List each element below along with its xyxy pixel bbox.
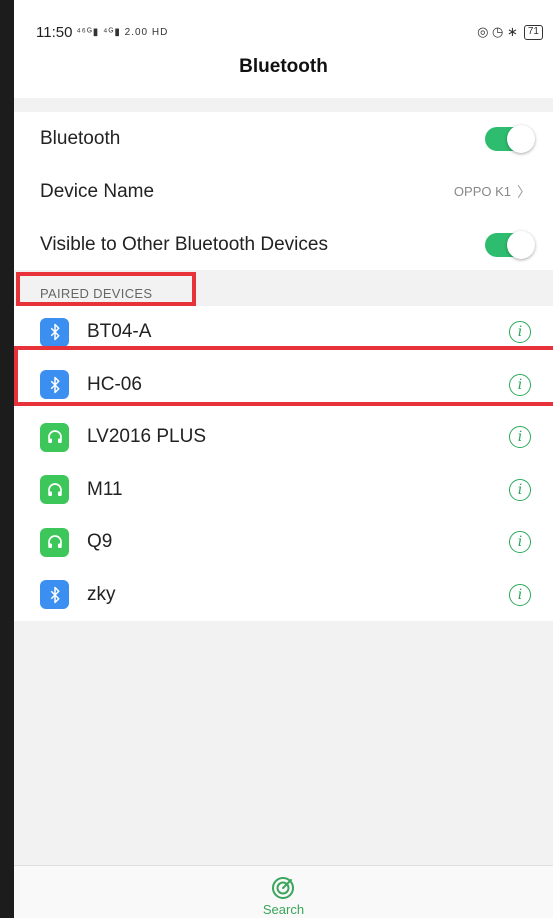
status-bar: 11:50 ⁴⁶ᴳ▮ ⁴ᴳ▮ 2.00 HD ◎ ◷ ∗ 71 — [14, 18, 553, 46]
headset-icon — [40, 422, 69, 452]
device-row-zky[interactable]: zky i — [14, 569, 553, 622]
status-right: ◎ ◷ ∗ 71 — [477, 24, 543, 40]
bluetooth-toggle[interactable] — [485, 124, 535, 153]
highlight-box-paired-label — [16, 272, 196, 306]
search-tab-label[interactable]: Search — [14, 902, 553, 917]
device-name: LV2016 PLUS — [87, 426, 207, 448]
bluetooth-icon — [40, 317, 69, 347]
highlight-box-hc06-row — [14, 346, 553, 406]
device-row-m11[interactable]: M11 i — [14, 464, 553, 517]
status-time: 11:50 — [36, 23, 73, 41]
chevron-right-icon: 〉 — [517, 183, 531, 200]
status-left: 11:50 ⁴⁶ᴳ▮ ⁴ᴳ▮ 2.00 HD — [36, 24, 168, 41]
device-name: M11 — [87, 478, 123, 500]
top-area: 11:50 ⁴⁶ᴳ▮ ⁴ᴳ▮ 2.00 HD ◎ ◷ ∗ 71 Bluetoot… — [14, 0, 553, 98]
status-right-icons: ◎ ◷ ∗ — [477, 24, 518, 39]
bluetooth-label: Bluetooth — [40, 127, 121, 149]
device-row-lv2016-plus[interactable]: LV2016 PLUS i — [14, 411, 553, 464]
device-name-row[interactable]: Device Name OPPO K1 〉 — [14, 165, 553, 218]
device-name: BT04-A — [87, 321, 152, 343]
page-title: Bluetooth — [239, 56, 328, 77]
bottom-tab-bar: Search — [14, 865, 553, 918]
phone-screen: 11:50 ⁴⁶ᴳ▮ ⁴ᴳ▮ 2.00 HD ◎ ◷ ∗ 71 Bluetoot… — [14, 0, 553, 918]
visible-toggle[interactable] — [485, 230, 535, 259]
info-icon[interactable]: i — [509, 321, 531, 344]
bluetooth-icon — [40, 580, 69, 610]
device-name-value: OPPO K1 — [453, 184, 511, 199]
search-radar-icon[interactable] — [271, 876, 295, 900]
battery-icon: 71 — [523, 24, 543, 40]
device-name: zky — [87, 583, 116, 605]
visible-label: Visible to Other Bluetooth Devices — [40, 233, 328, 255]
left-edge — [0, 0, 14, 918]
visible-toggle-row[interactable]: Visible to Other Bluetooth Devices — [14, 218, 553, 271]
info-icon[interactable]: i — [509, 478, 531, 501]
info-icon[interactable]: i — [509, 583, 531, 606]
signal-icons: ⁴⁶ᴳ▮ ⁴ᴳ▮ 2.00 HD — [76, 26, 169, 38]
headset-icon — [40, 527, 69, 557]
toggle-knob — [507, 230, 535, 259]
info-icon[interactable]: i — [509, 426, 531, 449]
device-name-value-group: OPPO K1 〉 — [454, 182, 531, 202]
device-name: Q9 — [87, 531, 113, 553]
toggle-knob — [507, 124, 535, 153]
device-row-q9[interactable]: Q9 i — [14, 516, 553, 569]
headset-icon — [40, 475, 69, 505]
device-name-label: Device Name — [40, 180, 155, 202]
bluetooth-toggle-row[interactable]: Bluetooth — [14, 112, 553, 165]
settings-group: Bluetooth Device Name OPPO K1 〉 Visible … — [14, 112, 553, 271]
info-icon[interactable]: i — [509, 531, 531, 554]
